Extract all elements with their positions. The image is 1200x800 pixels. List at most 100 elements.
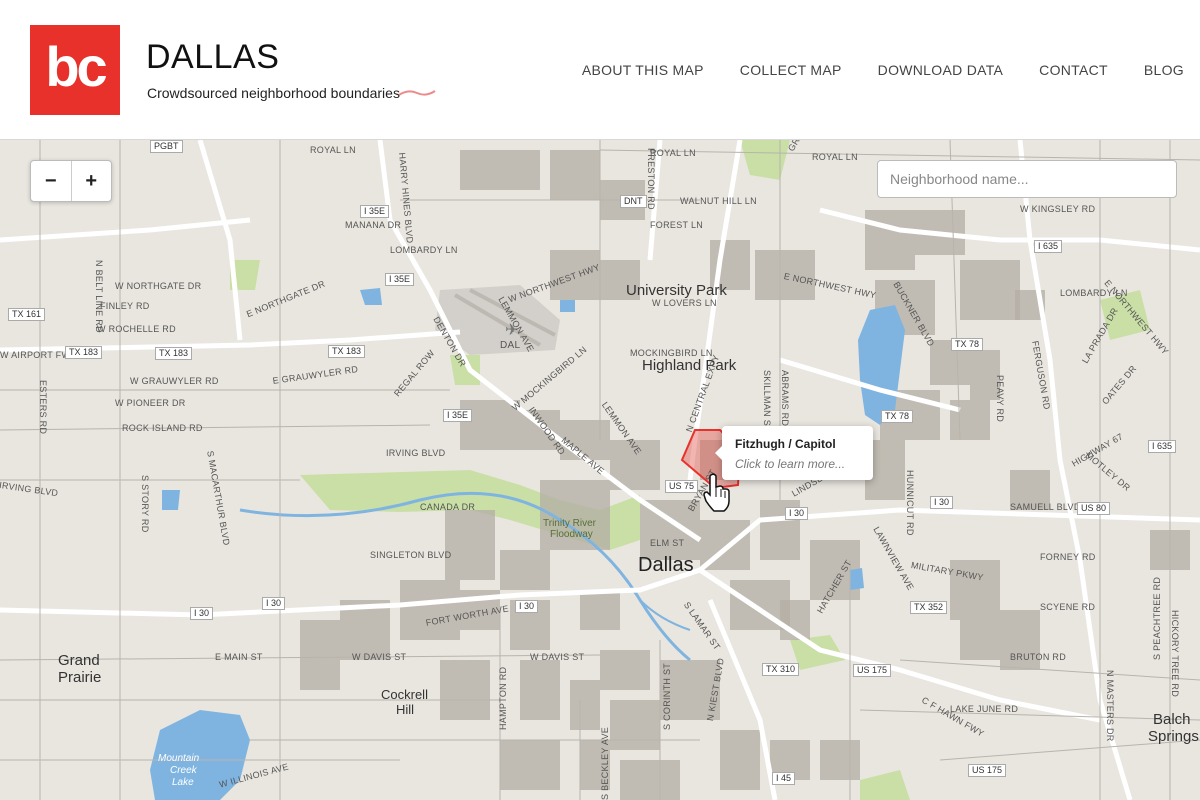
- zoom-control: − +: [30, 160, 112, 202]
- highway-shield: I 30: [785, 507, 809, 520]
- neighborhood-popup[interactable]: Fitzhugh / Capitol Click to learn more..…: [715, 426, 873, 480]
- street-label: SKILLMAN ST: [762, 370, 772, 432]
- nav-about[interactable]: ABOUT THIS MAP: [582, 62, 704, 78]
- highway-shield: I 635: [1148, 440, 1177, 453]
- street-label: WALNUT HILL LN: [680, 196, 757, 206]
- street-label: SINGLETON BLVD: [370, 550, 452, 560]
- street-label: FINLEY RD: [100, 301, 150, 311]
- street-label: HUNNICUT RD: [905, 470, 915, 536]
- place-dallas: Dallas: [638, 554, 694, 576]
- place-mountain-3: Lake: [172, 777, 194, 788]
- highway-shield: TX 183: [65, 346, 103, 359]
- highway-shield: TX 352: [910, 601, 948, 614]
- site-subtitle: Crowdsourced neighborhood boundaries: [147, 85, 400, 101]
- squiggle-icon: [398, 90, 436, 96]
- place-mountain-1: Mountain: [158, 753, 200, 764]
- street-label: ROYAL LN: [310, 145, 356, 155]
- highway-shield: US 175: [853, 664, 892, 677]
- highway-shield: I 635: [1034, 240, 1063, 253]
- highway-shield: I 35E: [385, 273, 415, 286]
- street-label: CANADA DR: [420, 502, 476, 512]
- place-grand-2: Prairie: [58, 669, 102, 686]
- nav-contact[interactable]: CONTACT: [1039, 62, 1108, 78]
- street-label: S CORINTH ST: [662, 662, 672, 730]
- map-view[interactable]: Dallas University Park Highland Park Gra…: [0, 140, 1200, 800]
- highway-shield: US 75: [665, 480, 699, 493]
- place-mountain-2: Creek: [170, 765, 197, 776]
- place-trinity-1: Trinity River: [543, 518, 596, 529]
- street-label: ELM ST: [650, 538, 685, 548]
- street-label: SAMUELL BLVD: [1010, 502, 1081, 512]
- highway-shield: PGBT: [150, 140, 183, 153]
- highway-shield: I 35E: [360, 205, 390, 218]
- street-label: W KINGSLEY RD: [1020, 204, 1096, 214]
- street-label: LOMBARDY LN: [390, 245, 458, 255]
- street-label: N BELT LINE RD: [94, 260, 104, 333]
- street-label: MOCKINGBIRD LN: [630, 348, 713, 358]
- highway-shield: TX 161: [8, 308, 46, 321]
- highway-shield: I 45: [772, 772, 796, 785]
- main-nav: ABOUT THIS MAP COLLECT MAP DOWNLOAD DATA CO…: [546, 62, 1184, 80]
- street-label: HICKORY TREE RD: [1170, 610, 1180, 698]
- highway-shield: TX 78: [881, 410, 914, 423]
- place-trinity-2: Floodway: [550, 529, 593, 540]
- street-label: FOREST LN: [650, 220, 704, 230]
- place-cockrell-2: Hill: [396, 702, 415, 717]
- place-balch-1: Balch: [1153, 711, 1191, 728]
- street-label: W DAVIS ST: [352, 652, 407, 662]
- street-label: HAMPTON RD: [498, 666, 508, 730]
- street-label: PRESTON RD: [646, 148, 656, 210]
- zoom-out-button[interactable]: −: [31, 161, 72, 201]
- nav-blog[interactable]: BLOG: [1144, 62, 1184, 78]
- highway-shield: I 30: [262, 597, 286, 610]
- popup-subtitle[interactable]: Click to learn more...: [735, 457, 845, 471]
- neighborhood-search-input[interactable]: [877, 160, 1177, 198]
- street-label: S PEACHTREE RD: [1152, 576, 1162, 660]
- place-university-park: University Park: [626, 282, 727, 299]
- highway-shield: I 30: [515, 600, 539, 613]
- street-label: W LOVERS LN: [652, 298, 717, 308]
- place-cockrell-1: Cockrell: [381, 687, 428, 702]
- street-label: E MAIN ST: [215, 652, 263, 662]
- street-label: S STORY RD: [140, 475, 150, 533]
- street-label: W NORTHGATE DR: [115, 281, 202, 291]
- highway-shield: US 80: [1077, 502, 1111, 515]
- street-label: W PIONEER DR: [115, 398, 186, 408]
- street-label: ESTERS RD: [38, 380, 48, 435]
- nav-collect[interactable]: COLLECT MAP: [740, 62, 842, 78]
- place-grand-1: Grand: [58, 652, 100, 669]
- street-label: MANANA DR: [345, 220, 402, 230]
- popup-title: Fitzhugh / Capitol: [735, 437, 836, 451]
- street-label: BRUTON RD: [1010, 652, 1067, 662]
- street-label: LAKE JUNE RD: [950, 704, 1019, 714]
- place-dal: DAL: [500, 340, 521, 351]
- site-title: DALLAS: [146, 38, 280, 76]
- highway-shield: I 30: [930, 496, 954, 509]
- street-label: W ROCHELLE RD: [97, 324, 176, 334]
- zoom-in-button[interactable]: +: [72, 161, 112, 201]
- street-label: PEAVY RD: [995, 375, 1005, 423]
- street-label: W GRAUWYLER RD: [130, 376, 219, 386]
- street-label: ROYAL LN: [650, 148, 696, 158]
- highway-shield: TX 310: [762, 663, 800, 676]
- highway-shield: TX 78: [951, 338, 984, 351]
- street-label: W DAVIS ST: [530, 652, 585, 662]
- highway-shield: TX 183: [328, 345, 366, 358]
- street-label: ROCK ISLAND RD: [122, 423, 203, 433]
- street-label: N MASTERS DR: [1105, 670, 1115, 742]
- place-balch-2: Springs: [1148, 728, 1199, 745]
- hand-cursor-icon: [703, 473, 730, 512]
- site-header: bc DALLAS Crowdsourced neighborhood boun…: [0, 0, 1200, 140]
- highway-shield: US 175: [968, 764, 1007, 777]
- highway-shield: DNT: [620, 195, 647, 208]
- street-label: ABRAMS RD: [780, 370, 790, 427]
- street-label: SCYENE RD: [1040, 602, 1096, 612]
- bc-logo[interactable]: bc: [30, 25, 120, 115]
- place-highland-park: Highland Park: [642, 357, 737, 374]
- highway-shield: I 30: [190, 607, 214, 620]
- street-label: IRVING BLVD: [386, 448, 446, 458]
- nav-download[interactable]: DOWNLOAD DATA: [878, 62, 1004, 78]
- highway-shield: I 35E: [443, 409, 473, 422]
- logo-text: bc: [45, 35, 107, 98]
- street-label: FORNEY RD: [1040, 552, 1096, 562]
